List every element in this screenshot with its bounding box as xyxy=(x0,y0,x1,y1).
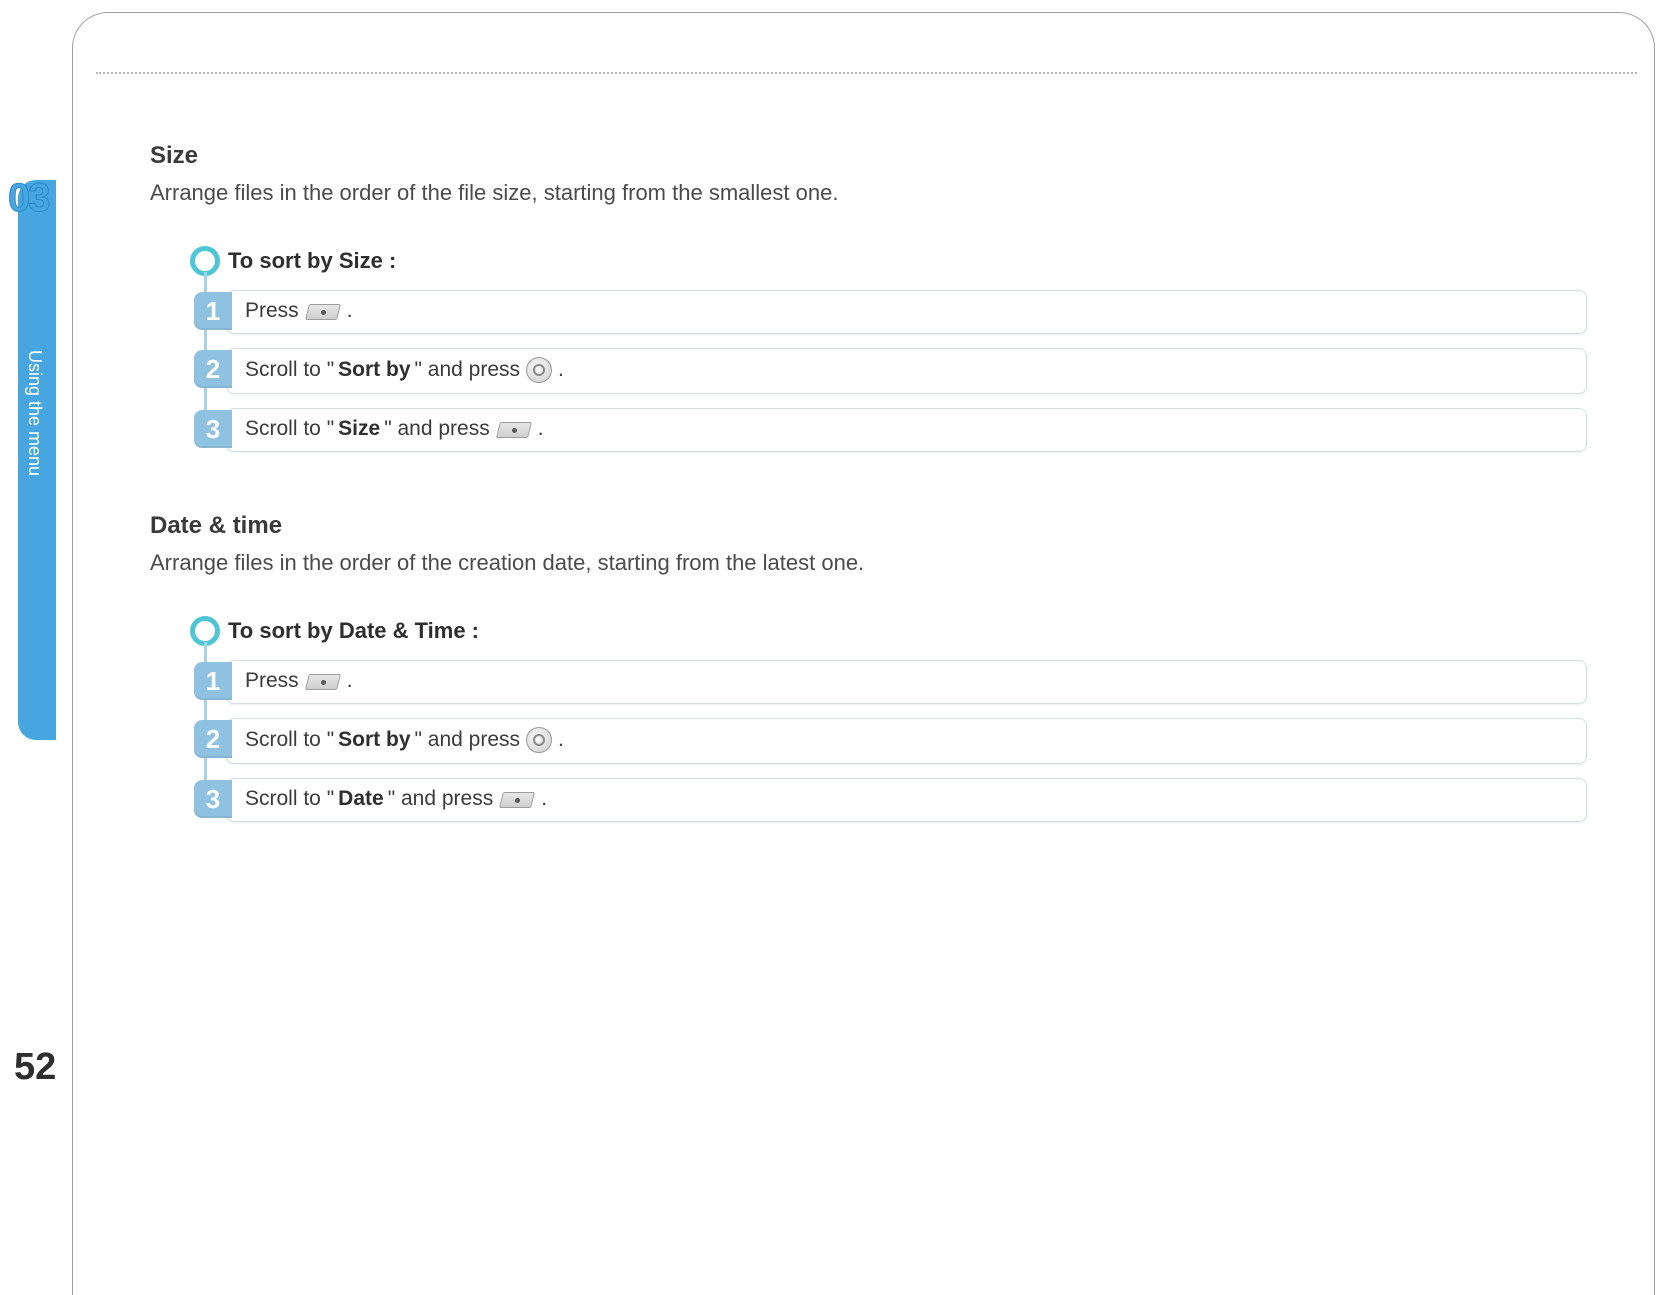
text-bold: Sort by xyxy=(338,728,410,752)
device-ring-icon xyxy=(526,357,552,383)
step-text: Scroll to " Date " and press . xyxy=(226,778,1587,822)
text: " and press xyxy=(415,728,521,752)
device-button-icon xyxy=(305,671,341,691)
text-bold: Date xyxy=(338,787,384,811)
section-desc-size: Arrange files in the order of the file s… xyxy=(150,180,1587,206)
step-text: Scroll to " Sort by " and press . xyxy=(226,348,1587,394)
step-number-badge: 3 xyxy=(194,780,232,818)
procedure-sort-by-size: To sort by Size : 1 Press . 2 Scroll to … xyxy=(194,246,1587,452)
step-number-badge: 2 xyxy=(194,720,232,758)
procedure-title-row: To sort by Size : xyxy=(190,246,1587,276)
text: " and press xyxy=(388,787,494,811)
text: Scroll to " xyxy=(245,417,334,441)
text-bold: Size xyxy=(338,417,380,441)
step-row: 3 Scroll to " Size " and press . xyxy=(194,408,1587,452)
procedure-title: To sort by Size : xyxy=(228,248,396,274)
text: " and press xyxy=(384,417,490,441)
text: " and press xyxy=(415,358,521,382)
page-number: 52 xyxy=(14,1046,56,1089)
step-text: Press . xyxy=(226,290,1587,334)
text: Press xyxy=(245,669,299,693)
text: . xyxy=(558,358,564,382)
procedure-title: To sort by Date & Time : xyxy=(228,618,479,644)
step-text: Press . xyxy=(226,660,1587,704)
chapter-number: 03 xyxy=(8,176,49,221)
step-text: Scroll to " Size " and press . xyxy=(226,408,1587,452)
text: . xyxy=(538,417,544,441)
text: . xyxy=(541,787,547,811)
step-row: 3 Scroll to " Date " and press . xyxy=(194,778,1587,822)
device-button-icon xyxy=(496,419,532,439)
section-heading-date-time: Date & time xyxy=(150,512,1587,540)
step-row: 1 Press . xyxy=(194,660,1587,704)
chapter-label: Using the menu xyxy=(25,350,45,550)
section-heading-size: Size xyxy=(150,142,1587,170)
step-row: 2 Scroll to " Sort by " and press . xyxy=(194,718,1587,764)
text: . xyxy=(347,299,353,323)
text: . xyxy=(558,728,564,752)
step-text: Scroll to " Sort by " and press . xyxy=(226,718,1587,764)
step-number-badge: 1 xyxy=(194,662,232,700)
page-header-divider xyxy=(96,72,1637,74)
text-bold: Sort by xyxy=(338,358,410,382)
text: Scroll to " xyxy=(245,787,334,811)
procedure-sort-by-date: To sort by Date & Time : 1 Press . 2 Scr… xyxy=(194,616,1587,822)
procedure-title-row: To sort by Date & Time : xyxy=(190,616,1587,646)
step-number-badge: 1 xyxy=(194,292,232,330)
device-ring-icon xyxy=(526,727,552,753)
device-button-icon xyxy=(499,789,535,809)
step-row: 1 Press . xyxy=(194,290,1587,334)
text: . xyxy=(347,669,353,693)
text: Scroll to " xyxy=(245,728,334,752)
section-desc-date-time: Arrange files in the order of the creati… xyxy=(150,550,1587,576)
device-button-icon xyxy=(305,301,341,321)
step-row: 2 Scroll to " Sort by " and press . xyxy=(194,348,1587,394)
step-number-badge: 2 xyxy=(194,350,232,388)
text: Press xyxy=(245,299,299,323)
page-content: Size Arrange files in the order of the f… xyxy=(150,142,1587,882)
text: Scroll to " xyxy=(245,358,334,382)
step-number-badge: 3 xyxy=(194,410,232,448)
